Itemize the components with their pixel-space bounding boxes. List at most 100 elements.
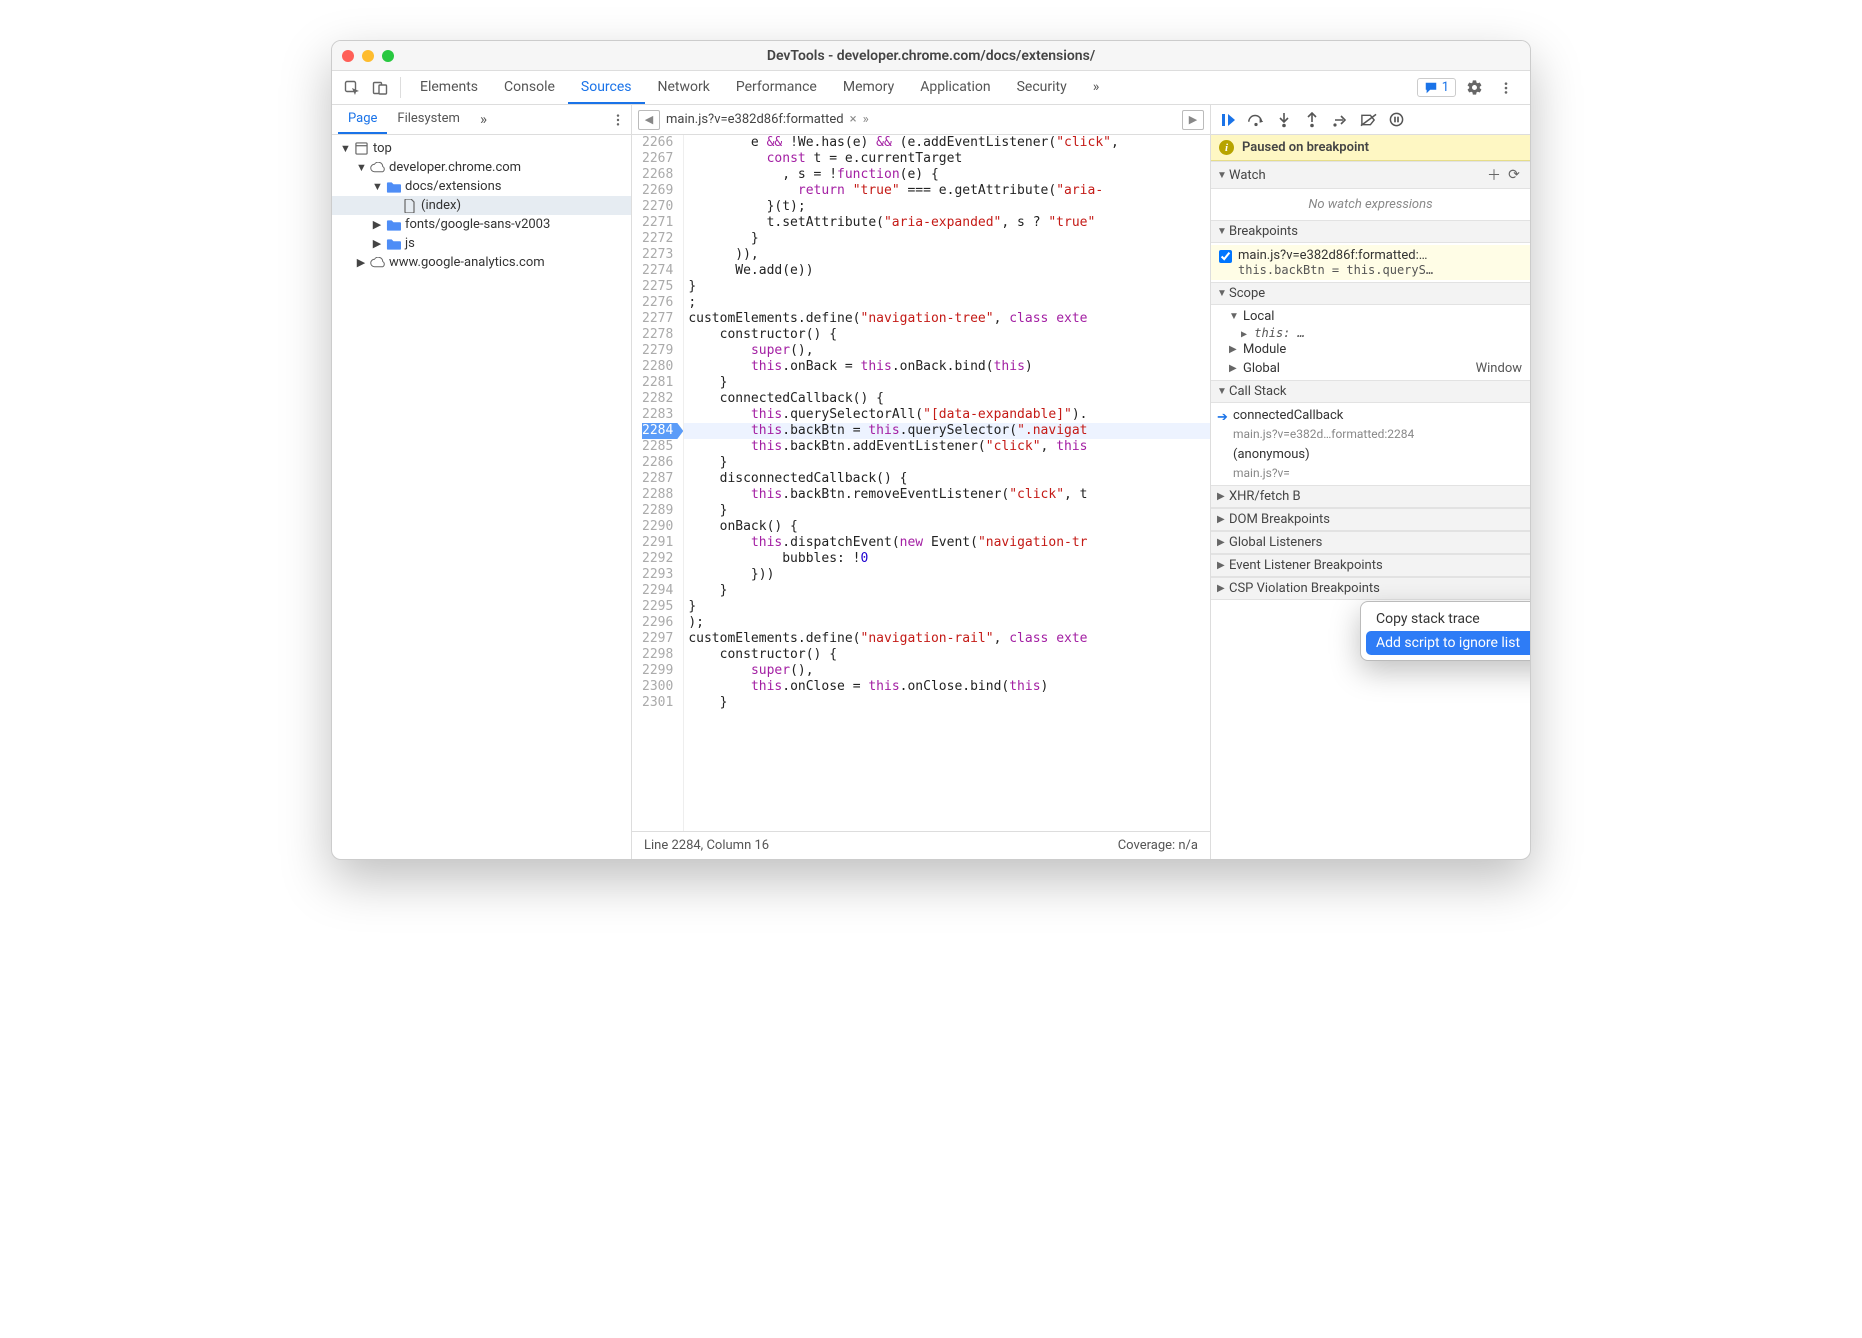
tree-folder[interactable]: ▶ fonts/google-sans-v2003 xyxy=(332,215,631,234)
panels-row: Page Filesystem » ▼ top ▼ developer.chro… xyxy=(332,105,1530,859)
issues-button[interactable]: 1 xyxy=(1417,78,1456,97)
paused-banner: i Paused on breakpoint xyxy=(1211,135,1530,161)
breakpoints-title: Breakpoints xyxy=(1229,224,1298,239)
tab-elements[interactable]: Elements xyxy=(407,71,491,104)
scope-global-value: Window xyxy=(1476,361,1522,376)
nav-tab-filesystem[interactable]: Filesystem xyxy=(387,105,470,134)
disclosure-icon: ▼ xyxy=(372,180,382,193)
settings-icon[interactable] xyxy=(1460,79,1488,96)
tab-application[interactable]: Application xyxy=(907,71,1003,104)
titlebar: DevTools - developer.chrome.com/docs/ext… xyxy=(332,41,1530,71)
tab-performance[interactable]: Performance xyxy=(723,71,830,104)
watch-header[interactable]: ▼ Watch ＋ ⟳ xyxy=(1211,161,1530,189)
breakpoint-item[interactable]: main.js?v=e382d86f:formatted:… this.back… xyxy=(1211,245,1530,280)
step-icon[interactable] xyxy=(1327,108,1353,132)
breakpoint-checkbox[interactable] xyxy=(1219,250,1232,263)
close-tab-icon[interactable]: × xyxy=(850,112,857,127)
disclosure-icon: ▶ xyxy=(1217,560,1229,571)
stack-loc: main.js?v= xyxy=(1233,466,1290,480)
watch-body: No watch expressions xyxy=(1211,189,1530,220)
tree-file-index[interactable]: (index) xyxy=(332,196,631,215)
disclosure-icon: ▼ xyxy=(1229,311,1239,322)
nav-history-icon[interactable]: ◀ xyxy=(638,110,660,130)
code-content[interactable]: e && !We.has(e) && (e.addEventListener("… xyxy=(684,135,1210,831)
editor-tab[interactable]: main.js?v=e382d86f:formatted × xyxy=(666,112,857,127)
tree-folder[interactable]: ▼ docs/extensions xyxy=(332,177,631,196)
tab-network[interactable]: Network xyxy=(645,71,723,104)
tab-console[interactable]: Console xyxy=(491,71,568,104)
tree-label: www.google-analytics.com xyxy=(389,255,545,270)
scope-header[interactable]: ▼ Scope xyxy=(1211,282,1530,305)
editor-panel: ◀ main.js?v=e382d86f:formatted × » ▶ 226… xyxy=(632,105,1210,859)
tree-top[interactable]: ▼ top xyxy=(332,139,631,158)
menu-add-ignore-list[interactable]: Add script to ignore list xyxy=(1366,631,1531,655)
frame-icon xyxy=(354,142,369,155)
step-over-icon[interactable] xyxy=(1243,108,1269,132)
xhr-header[interactable]: ▶XHR/fetch B xyxy=(1211,485,1530,508)
callstack-body: ➔ connectedCallback main.js?v=e382d…form… xyxy=(1211,403,1530,485)
step-into-icon[interactable] xyxy=(1271,108,1297,132)
callstack-title: Call Stack xyxy=(1229,384,1287,399)
devtools-window: DevTools - developer.chrome.com/docs/ext… xyxy=(331,40,1531,860)
scope-global[interactable]: ▶GlobalWindow xyxy=(1211,359,1530,378)
scope-module[interactable]: ▶Module xyxy=(1211,340,1530,359)
stack-frame[interactable]: ➔ connectedCallback main.js?v=e382d…form… xyxy=(1211,405,1530,444)
refresh-watch-icon[interactable]: ⟳ xyxy=(1504,167,1524,183)
kebab-menu-icon[interactable] xyxy=(1492,81,1520,95)
disclosure-icon: ▶ xyxy=(356,256,366,269)
device-toolbar-icon[interactable] xyxy=(366,71,394,104)
inspect-element-icon[interactable] xyxy=(338,71,366,104)
deactivate-breakpoints-icon[interactable] xyxy=(1355,108,1381,132)
tab-sources[interactable]: Sources xyxy=(568,71,645,104)
navigator-menu-icon[interactable] xyxy=(605,105,631,134)
editor-tabs-more[interactable]: » xyxy=(863,112,869,127)
divider xyxy=(400,77,401,98)
disclosure-icon: ▼ xyxy=(1217,288,1229,299)
coverage-status: Coverage: n/a xyxy=(1118,838,1198,853)
editor-statusbar: Line 2284, Column 16 Coverage: n/a xyxy=(632,831,1210,859)
step-out-icon[interactable] xyxy=(1299,108,1325,132)
code-editor[interactable]: 2266226722682269227022712272227322742275… xyxy=(632,135,1210,831)
context-menu: Copy stack trace Add script to ignore li… xyxy=(1360,601,1531,661)
stack-fn: (anonymous) xyxy=(1233,447,1310,462)
resume-icon[interactable] xyxy=(1215,108,1241,132)
callstack-header[interactable]: ▼ Call Stack xyxy=(1211,380,1530,403)
disclosure-icon: ▼ xyxy=(1217,226,1229,237)
pause-exceptions-icon[interactable] xyxy=(1383,108,1409,132)
stack-frame[interactable]: (anonymous) main.js?v= xyxy=(1211,444,1530,483)
event-listener-bp-header[interactable]: ▶Event Listener Breakpoints xyxy=(1211,554,1530,577)
tree-origin[interactable]: ▶ www.google-analytics.com xyxy=(332,253,631,272)
tree-folder[interactable]: ▶ js xyxy=(332,234,631,253)
breakpoints-header[interactable]: ▼ Breakpoints xyxy=(1211,220,1530,243)
scope-body: ▼Local ▶ this: … ▶Module ▶GlobalWindow xyxy=(1211,305,1530,380)
show-navigator-icon[interactable]: ▶ xyxy=(1182,110,1204,130)
tab-security[interactable]: Security xyxy=(1004,71,1080,104)
window-title: DevTools - developer.chrome.com/docs/ext… xyxy=(332,48,1530,64)
tree-origin[interactable]: ▼ developer.chrome.com xyxy=(332,158,631,177)
tree-label: top xyxy=(373,141,392,156)
document-icon xyxy=(402,199,417,213)
scope-local[interactable]: ▼Local xyxy=(1211,307,1530,326)
folder-icon xyxy=(386,181,401,193)
disclosure-icon: ▶ xyxy=(1217,537,1229,548)
tree-label: (index) xyxy=(421,198,461,213)
scope-this[interactable]: ▶ this: … xyxy=(1211,326,1530,340)
menu-copy-stack-trace[interactable]: Copy stack trace xyxy=(1366,607,1531,631)
watch-title: Watch xyxy=(1229,168,1266,183)
disclosure-icon: ▶ xyxy=(372,237,382,250)
disclosure-icon: ▶ xyxy=(1229,344,1239,355)
tab-more[interactable]: » xyxy=(1080,71,1113,104)
csp-bp-header[interactable]: ▶CSP Violation Breakpoints xyxy=(1211,577,1530,600)
line-gutter[interactable]: 2266226722682269227022712272227322742275… xyxy=(632,135,684,831)
global-listeners-header[interactable]: ▶Global Listeners xyxy=(1211,531,1530,554)
add-watch-icon[interactable]: ＋ xyxy=(1484,165,1504,185)
disclosure-icon: ▼ xyxy=(1217,386,1229,397)
stack-loc: main.js?v=e382d…formatted:2284 xyxy=(1233,427,1414,441)
paused-text: Paused on breakpoint xyxy=(1242,140,1369,155)
tree-label: js xyxy=(405,236,415,251)
nav-tab-page[interactable]: Page xyxy=(338,105,387,134)
tab-memory[interactable]: Memory xyxy=(830,71,907,104)
cloud-icon xyxy=(370,162,385,174)
nav-tab-more[interactable]: » xyxy=(470,105,497,134)
dom-bp-header[interactable]: ▶DOM Breakpoints xyxy=(1211,508,1530,531)
